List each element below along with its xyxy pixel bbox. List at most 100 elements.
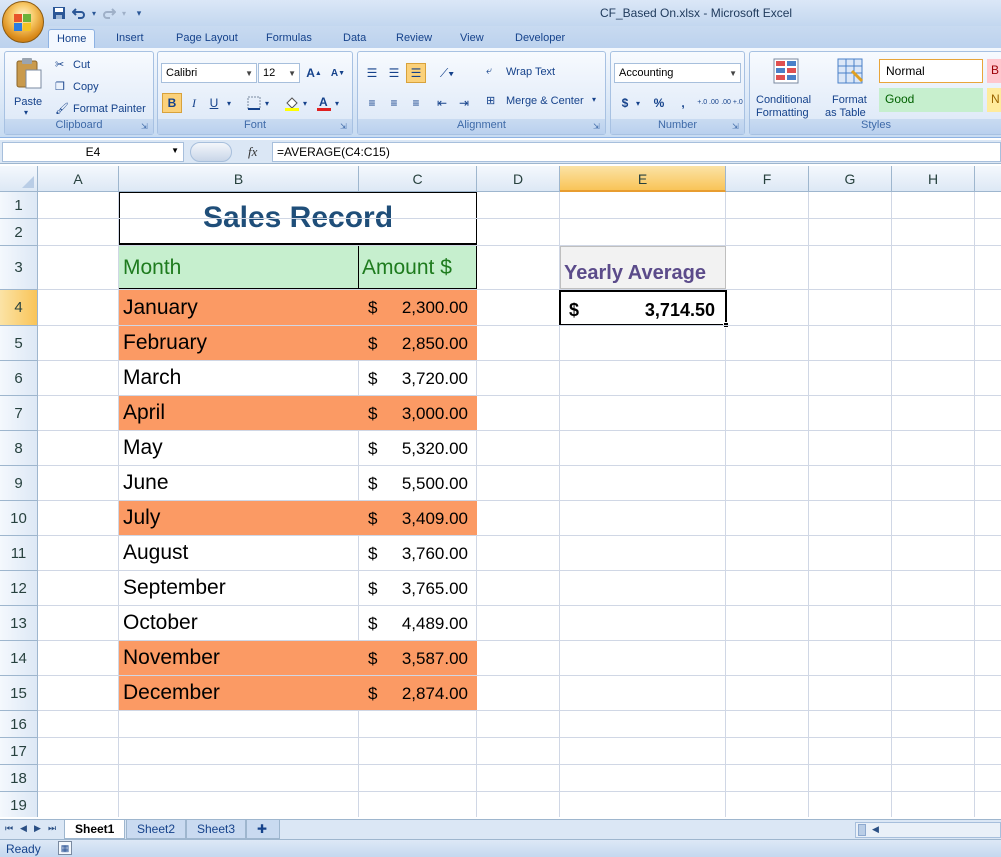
month-cell[interactable]: September (119, 571, 359, 606)
column-header-a[interactable]: A (38, 166, 119, 192)
undo-dropdown-icon[interactable]: ▾ (90, 4, 98, 22)
row-header-13[interactable]: 13 (0, 606, 38, 641)
align-bottom-icon[interactable]: ☰ (406, 63, 426, 83)
shrink-font-button[interactable]: A ▼ (328, 63, 348, 83)
sheet-tab-2[interactable]: Sheet2 (126, 820, 187, 839)
row-header-7[interactable]: 7 (0, 396, 38, 431)
month-cell[interactable]: December (119, 676, 359, 711)
increase-decimal-button[interactable]: +.0 .00 (697, 93, 719, 113)
name-box[interactable]: E4 ▼ (2, 142, 184, 162)
style-good[interactable]: Good (879, 88, 983, 112)
month-cell[interactable]: July (119, 501, 359, 536)
borders-icon[interactable] (244, 93, 264, 113)
undo-icon[interactable] (70, 4, 88, 22)
tab-insert[interactable]: Insert (108, 29, 152, 48)
font-name-combo[interactable]: Calibri ▼ (161, 63, 257, 83)
redo-icon[interactable] (100, 4, 118, 22)
redo-dropdown-icon[interactable]: ▾ (120, 4, 128, 22)
month-cell[interactable]: March (119, 361, 359, 396)
month-cell[interactable]: February (119, 326, 359, 361)
format-painter-button[interactable]: 🖌 Format Painter (53, 101, 153, 118)
row-header-1[interactable]: 1 (0, 192, 38, 219)
header-month-cell[interactable]: Month (119, 246, 359, 289)
row-header-9[interactable]: 9 (0, 466, 38, 501)
header-amount-cell[interactable]: Amount $ (359, 246, 477, 289)
prev-sheet-icon[interactable]: ◀ (20, 823, 27, 834)
last-sheet-icon[interactable]: ⏭ (48, 823, 56, 834)
alignment-launcher-icon[interactable]: ⇲ (593, 122, 603, 132)
amount-cell[interactable]: $3,765.00 (359, 571, 477, 606)
next-sheet-icon[interactable]: ▶ (34, 823, 41, 834)
fill-color-icon[interactable] (282, 93, 302, 113)
formula-input[interactable]: =AVERAGE(C4:C15) (272, 142, 1001, 162)
scrollbar-split-handle[interactable] (858, 824, 866, 836)
number-launcher-icon[interactable]: ⇲ (732, 122, 742, 132)
tab-page-layout[interactable]: Page Layout (168, 29, 246, 48)
month-cell[interactable]: April (119, 396, 359, 431)
amount-cell[interactable]: $3,720.00 (359, 361, 477, 396)
style-bad[interactable]: B (987, 59, 1001, 83)
italic-button[interactable]: I (184, 93, 204, 113)
amount-cell[interactable]: $3,000.00 (359, 396, 477, 431)
align-middle-icon[interactable]: ☰ (384, 63, 404, 83)
office-button[interactable] (2, 1, 44, 43)
row-header-15[interactable]: 15 (0, 676, 38, 711)
amount-cell[interactable]: $3,760.00 (359, 536, 477, 571)
clipboard-launcher-icon[interactable]: ⇲ (141, 122, 151, 132)
column-header-e[interactable]: E (560, 166, 726, 192)
align-right-icon[interactable]: ≡ (406, 93, 426, 113)
row-header-5[interactable]: 5 (0, 326, 38, 361)
month-cell[interactable]: October (119, 606, 359, 641)
insert-function-icon[interactable]: fx (248, 144, 257, 160)
select-all-button[interactable] (0, 166, 38, 192)
month-cell[interactable]: January (119, 290, 359, 326)
decrease-decimal-button[interactable]: .00 +.0 (721, 93, 743, 113)
wrap-text-button[interactable]: ⤶ Wrap Text (486, 64, 596, 82)
row-header-14[interactable]: 14 (0, 641, 38, 676)
conditional-formatting-button[interactable]: Conditional Formatting (754, 54, 820, 120)
copy-button[interactable]: ❐ Copy (53, 79, 143, 96)
column-header-b[interactable]: B (119, 166, 359, 192)
tab-home[interactable]: Home (48, 29, 96, 48)
format-as-table-button[interactable]: Format as Table (824, 54, 876, 120)
align-center-icon[interactable]: ≡ (384, 93, 404, 113)
amount-cell[interactable]: $2,300.00 (359, 290, 477, 326)
horizontal-scrollbar[interactable]: ◀ (855, 822, 1001, 838)
tab-formulas[interactable]: Formulas (258, 29, 320, 48)
style-neutral[interactable]: N (987, 88, 1001, 112)
formula-bar-resize-handle[interactable] (190, 142, 232, 162)
borders-dropdown-icon[interactable]: ▾ (262, 93, 272, 113)
bold-button[interactable]: B (162, 93, 182, 113)
row-header-6[interactable]: 6 (0, 361, 38, 396)
tab-data[interactable]: Data (335, 29, 374, 48)
sheet-tab-3[interactable]: Sheet3 (186, 820, 247, 839)
column-header-g[interactable]: G (809, 166, 892, 192)
macro-record-icon[interactable]: ▦ (58, 841, 72, 855)
row-header-11[interactable]: 11 (0, 536, 38, 571)
amount-cell[interactable]: $5,320.00 (359, 431, 477, 466)
row-header-18[interactable]: 18 (0, 765, 38, 792)
amount-cell[interactable]: $4,489.00 (359, 606, 477, 641)
row-header-12[interactable]: 12 (0, 571, 38, 606)
row-header-8[interactable]: 8 (0, 431, 38, 466)
customize-qat-icon[interactable]: ▾ (130, 4, 148, 22)
font-color-dropdown-icon[interactable]: ▾ (332, 93, 342, 113)
amount-cell[interactable]: $3,409.00 (359, 501, 477, 536)
accounting-dropdown-icon[interactable]: ▾ (633, 93, 643, 113)
column-header-d[interactable]: D (477, 166, 560, 192)
row-header-4[interactable]: 4 (0, 290, 38, 326)
first-sheet-icon[interactable]: ⏮ (5, 823, 13, 834)
amount-cell[interactable]: $2,850.00 (359, 326, 477, 361)
increase-indent-icon[interactable]: ⇥ (454, 93, 474, 113)
row-header-16[interactable]: 16 (0, 711, 38, 738)
paste-button[interactable]: Paste ▾ (9, 54, 49, 117)
align-left-icon[interactable]: ≡ (362, 93, 382, 113)
row-header-2[interactable]: 2 (0, 219, 38, 246)
percent-style-button[interactable]: % (649, 93, 669, 113)
font-size-combo[interactable]: 12 ▼ (258, 63, 300, 83)
row-header-10[interactable]: 10 (0, 501, 38, 536)
font-color-icon[interactable]: A (314, 93, 334, 113)
underline-button[interactable]: U (204, 93, 224, 113)
average-label-cell[interactable]: Yearly Average (560, 246, 726, 289)
insert-sheet-icon[interactable]: ✚ (246, 820, 280, 839)
